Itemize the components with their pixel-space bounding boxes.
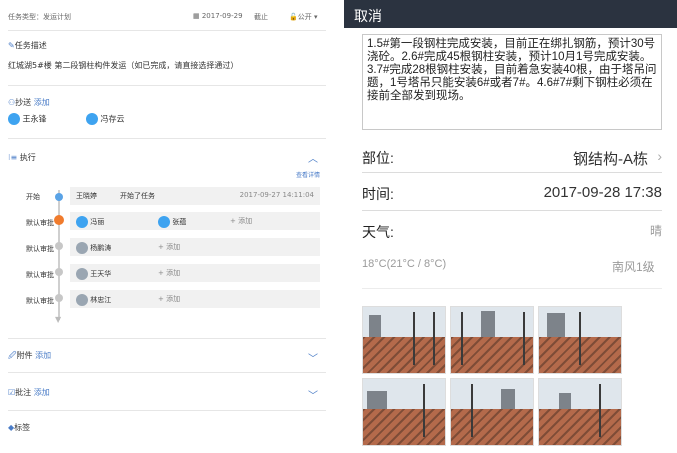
temperature-text: 18°C(21°C / 8°C) [362,258,447,270]
divider [362,172,662,173]
part-row[interactable]: 部位: 钢结构-A栋 › [362,142,662,168]
note-add-link[interactable]: 添加 [34,388,50,397]
step-label: 默认审批 [26,297,54,305]
avatar [76,294,88,306]
list-icon: ⁝≡ [8,153,18,162]
site-photo[interactable] [450,306,534,374]
avatar [8,113,20,125]
site-photo[interactable] [362,378,446,446]
exec-section-title: ⁝≡ 执行 [8,153,36,162]
divider [8,338,326,339]
step-add-button[interactable]: + 添加 [230,216,252,226]
cc-person: 冯存云 [86,113,125,125]
collapse-icon[interactable]: ︿ [308,150,318,165]
tag-section-title: ◆标签 [8,423,31,432]
step-person: 王晓婷 [76,192,97,200]
diary-panel: 取消 1.5#第一段钢柱完成安装，目前正在绑扎钢筋，预计30号浇砼。2.6#完成… [344,0,677,453]
wind-text: 南风1级 [612,260,655,274]
divider [362,210,662,211]
avatar [76,216,88,228]
timeline-step: 林忠江 + 添加 [70,290,320,308]
part-value: 钢结构-A栋 [572,151,648,168]
divider [8,138,326,139]
divider [8,372,326,373]
weather-label: 天气: [362,224,394,240]
step-label: 默认审批 [26,219,54,227]
step-add-button[interactable]: + 添加 [158,294,180,304]
divider [8,410,326,411]
timeline-step: 王天华 + 添加 [70,264,320,282]
part-label: 部位: [362,150,394,166]
time-label: 时间: [362,186,394,202]
cc-add-link[interactable]: 添加 [34,98,50,107]
expand-icon[interactable]: ﹀ [308,387,318,402]
avatar [76,268,88,280]
expand-icon[interactable]: ﹀ [308,350,318,365]
task-description: 红城湖5#楼 第二段钢柱构件发运（如已完成，请直接选择通过） [8,61,239,70]
step-label: 默认审批 [26,271,54,279]
task-due: 截止 [254,13,268,21]
step-dot-current [54,215,64,225]
timeline-step: 王晓婷 开始了任务 2017-09-27 14:11:04 [70,187,320,205]
step-dot [55,294,63,302]
step-person: 王天华 [76,268,111,280]
visibility-selector[interactable]: 🔓公开 ▾ [289,12,317,22]
task-detail-panel: 任务类型：发运计划 ▦ 2017-09-29 截止 🔓公开 ▾ ✎任务描述 红城… [0,0,330,453]
time-value: 2017-09-28 17:38 [543,184,662,201]
desc-section-title: ✎任务描述 [8,41,47,50]
note-textarea[interactable]: 1.5#第一段钢柱完成安装，目前正在绑扎钢筋，预计30号浇砼。2.6#完成45根… [362,34,662,130]
timeline-step: 冯丽 张蕴 + 添加 [70,212,320,230]
time-row[interactable]: 时间: 2017-09-28 17:38 [362,178,662,204]
weather-value: 晴 [649,224,662,238]
avatar [86,113,98,125]
edit-icon: ✎ [8,41,15,50]
step-add-button[interactable]: + 添加 [158,268,180,278]
site-photo[interactable] [362,306,446,374]
attach-section-title: 🖉附件 添加 [8,351,52,360]
divider [362,288,662,289]
note-section-title: ☑批注 添加 [8,388,50,397]
step-dot [55,242,63,250]
step-add-button[interactable]: + 添加 [158,242,180,252]
cc-section-title: ⚇抄送 添加 [8,98,50,107]
paperclip-icon: 🖉 [8,351,17,360]
step-person: 张蕴 [158,216,186,228]
task-meta-row: 任务类型：发运计划 ▦ 2017-09-29 截止 🔓公开 ▾ [8,8,326,24]
timeline-step: 杨鹏涛 + 添加 [70,238,320,256]
step-label: 默认审批 [26,245,54,253]
divider [8,85,326,86]
avatar [158,216,170,228]
step-dot [55,193,63,201]
site-photo[interactable] [538,378,622,446]
weather-row: 天气: 晴 [362,216,662,242]
site-photo[interactable] [450,378,534,446]
divider [8,30,326,31]
lock-icon: 🔓 [289,13,298,21]
attach-add-link[interactable]: 添加 [35,351,51,360]
task-date[interactable]: ▦ 2017-09-29 [193,12,243,20]
step-label: 开始 [26,193,40,201]
step-person: 杨鹏涛 [76,242,111,254]
task-type: 任务类型：发运计划 [8,13,71,21]
top-bar: 取消 [344,0,677,28]
cc-person: 王永锋 [8,113,47,125]
timeline-arrow-icon: ▼ [55,315,62,324]
step-action: 开始了任务 [120,192,155,200]
step-person: 冯丽 [76,216,104,228]
view-details-link[interactable]: 查看详情 [296,170,320,179]
cancel-button[interactable]: 取消 [354,6,382,26]
chevron-right-icon: › [657,148,662,164]
site-photo[interactable] [538,306,622,374]
avatar [76,242,88,254]
calendar-icon: ▦ [193,12,202,20]
step-time: 2017-09-27 14:11:04 [239,191,314,199]
step-dot [55,268,63,276]
step-person: 林忠江 [76,294,111,306]
